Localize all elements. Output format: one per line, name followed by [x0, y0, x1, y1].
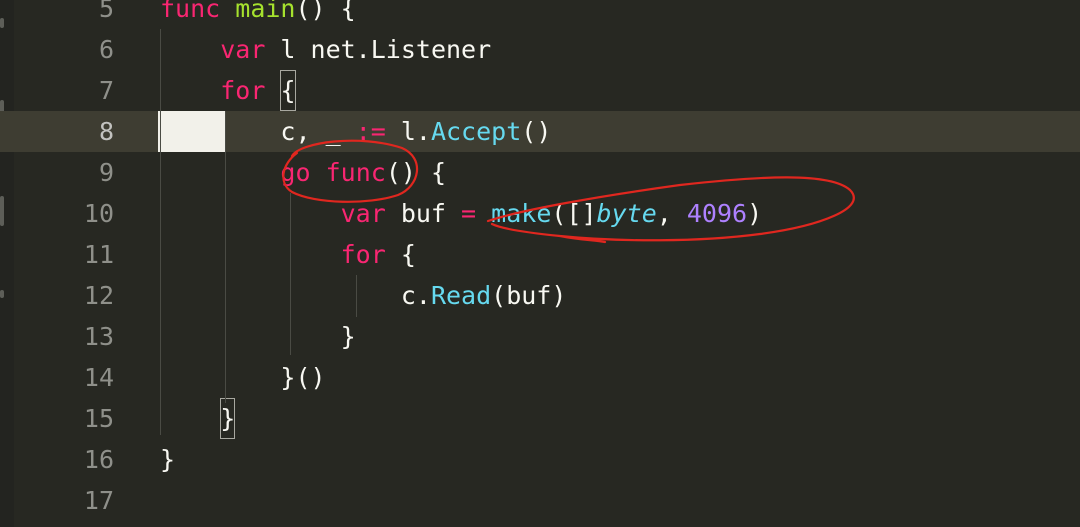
- code-text[interactable]: c.Read(buf): [160, 275, 567, 316]
- line-number: 5: [98, 0, 114, 23]
- code-token: (buf): [491, 281, 567, 310]
- code-line[interactable]: 14 }(): [0, 357, 1080, 398]
- line-number: 16: [83, 445, 114, 474]
- code-line[interactable]: 5 func main() {: [0, 0, 1080, 29]
- code-token: go: [280, 158, 311, 187]
- code-token: Read: [430, 281, 492, 310]
- code-token: make: [491, 199, 552, 228]
- code-token: }(): [280, 363, 326, 392]
- code-text[interactable]: go func() {: [160, 152, 446, 193]
- code-token: var: [340, 199, 386, 228]
- code-token: }: [160, 445, 176, 474]
- code-token: }: [340, 322, 356, 351]
- code-line[interactable]: 16}: [0, 439, 1080, 480]
- line-number: 17: [83, 486, 114, 515]
- code-token: for: [340, 240, 386, 269]
- code-token: ): [747, 199, 763, 228]
- indent-guide: [160, 29, 161, 435]
- line-number: 14: [83, 363, 114, 392]
- line-number: 9: [98, 158, 114, 187]
- code-line[interactable]: 12 c.Read(buf): [0, 275, 1080, 316]
- line-number: 7: [98, 76, 114, 105]
- code-text[interactable]: for {: [160, 234, 416, 275]
- code-token: {: [385, 240, 416, 269]
- code-token: 4096: [686, 199, 748, 228]
- code-text[interactable]: }: [160, 439, 175, 480]
- code-text[interactable]: }: [160, 398, 236, 439]
- code-token: =: [461, 199, 477, 228]
- code-token: byte: [596, 199, 657, 228]
- code-line[interactable]: 11 for {: [0, 234, 1080, 275]
- code-text[interactable]: }: [160, 316, 356, 357]
- code-token: func: [160, 0, 221, 23]
- line-number: 8: [98, 117, 114, 146]
- code-line[interactable]: 15 }: [0, 398, 1080, 439]
- code-token: var: [220, 35, 266, 64]
- line-number: 10: [83, 199, 114, 228]
- code-line[interactable]: 10 var buf = make([]byte, 4096): [0, 193, 1080, 234]
- code-token: func: [325, 158, 386, 187]
- line-number: 12: [83, 281, 114, 310]
- code-token: (): [521, 117, 552, 146]
- code-line[interactable]: 9 go func() {: [0, 152, 1080, 193]
- code-token: main: [235, 0, 296, 23]
- code-token: () {: [295, 0, 356, 23]
- indent-guide: [290, 193, 291, 355]
- code-token: l net.Listener: [265, 35, 492, 64]
- code-token: () {: [385, 158, 447, 187]
- code-text[interactable]: var buf = make([]byte, 4096): [160, 193, 763, 234]
- code-text[interactable]: func main() {: [160, 0, 356, 29]
- code-text[interactable]: c, _ := l.Accept(): [160, 111, 551, 152]
- code-token: for: [220, 76, 266, 105]
- indent-guide: [356, 275, 357, 317]
- code-line[interactable]: 8 c, _ := l.Accept(): [0, 111, 1080, 152]
- code-text[interactable]: var l net.Listener: [160, 29, 491, 70]
- code-token: ([]: [551, 199, 597, 228]
- code-token: c.: [400, 281, 431, 310]
- line-number: 15: [83, 404, 114, 433]
- code-editor[interactable]: 5 func main() {6 var l net.Listener 7 for …: [0, 0, 1080, 527]
- code-token: }: [220, 398, 236, 439]
- line-number: 11: [83, 240, 114, 269]
- code-text[interactable]: }(): [160, 357, 326, 398]
- code-text[interactable]: for {: [160, 70, 296, 111]
- line-number: 13: [83, 322, 114, 351]
- code-line[interactable]: 6 var l net.Listener: [0, 29, 1080, 70]
- code-line[interactable]: 13 }: [0, 316, 1080, 357]
- code-line[interactable]: 17: [0, 480, 1080, 521]
- code-token: ,: [656, 199, 687, 228]
- code-token: Accept: [430, 117, 522, 146]
- indent-guide: [225, 111, 226, 403]
- code-token: :=: [355, 117, 386, 146]
- code-token: l.: [385, 117, 431, 146]
- line-number: 6: [98, 35, 114, 64]
- code-token: buf: [385, 199, 462, 228]
- code-token: {: [280, 70, 296, 111]
- code-line[interactable]: 7 for {: [0, 70, 1080, 111]
- code-token: c, _: [280, 117, 356, 146]
